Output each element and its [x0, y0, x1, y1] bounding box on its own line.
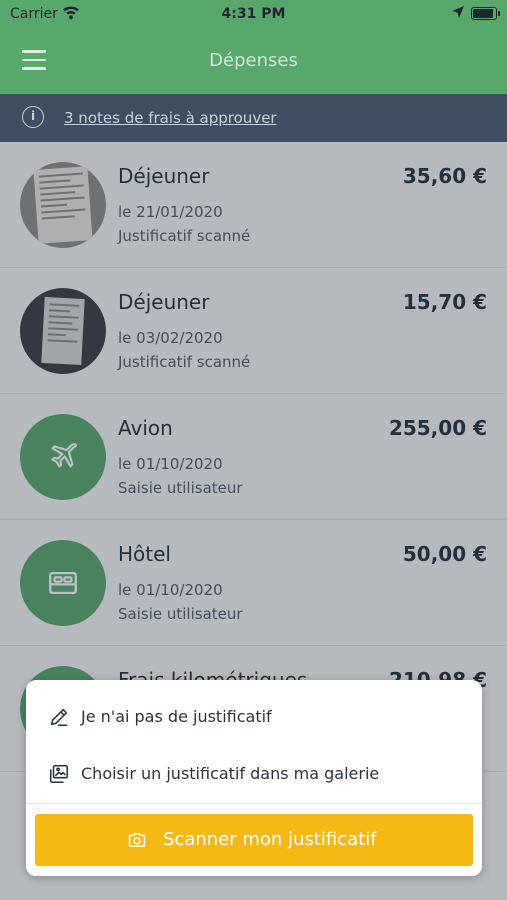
approval-banner: i 3 notes de frais à approuver — [0, 94, 507, 142]
scan-receipt-button[interactable]: Scanner mon justificatif — [35, 814, 473, 866]
navigation-bar: Dépenses — [0, 28, 507, 94]
divider — [26, 803, 482, 804]
info-icon: i — [22, 106, 44, 128]
camera-icon — [127, 830, 147, 850]
approval-link[interactable]: 3 notes de frais à approuver — [64, 109, 277, 127]
page-title: Dépenses — [209, 50, 298, 71]
add-receipt-action-sheet: Je n'ai pas de justificatif Choisir un j… — [26, 680, 482, 876]
scan-receipt-label: Scanner mon justificatif — [163, 829, 377, 850]
clock: 4:31 PM — [221, 6, 286, 22]
battery-icon — [471, 7, 500, 20]
gallery-option[interactable]: Choisir un justificatif dans ma galerie — [26, 747, 482, 803]
no-receipt-label: Je n'ai pas de justificatif — [81, 707, 272, 726]
gallery-label: Choisir un justificatif dans ma galerie — [81, 764, 380, 783]
gallery-icon — [48, 763, 70, 785]
location-arrow-icon — [451, 5, 465, 23]
no-receipt-option[interactable]: Je n'ai pas de justificatif — [26, 690, 482, 746]
status-bar: Carrier 4:31 PM — [0, 0, 507, 28]
pencil-icon — [48, 706, 70, 728]
